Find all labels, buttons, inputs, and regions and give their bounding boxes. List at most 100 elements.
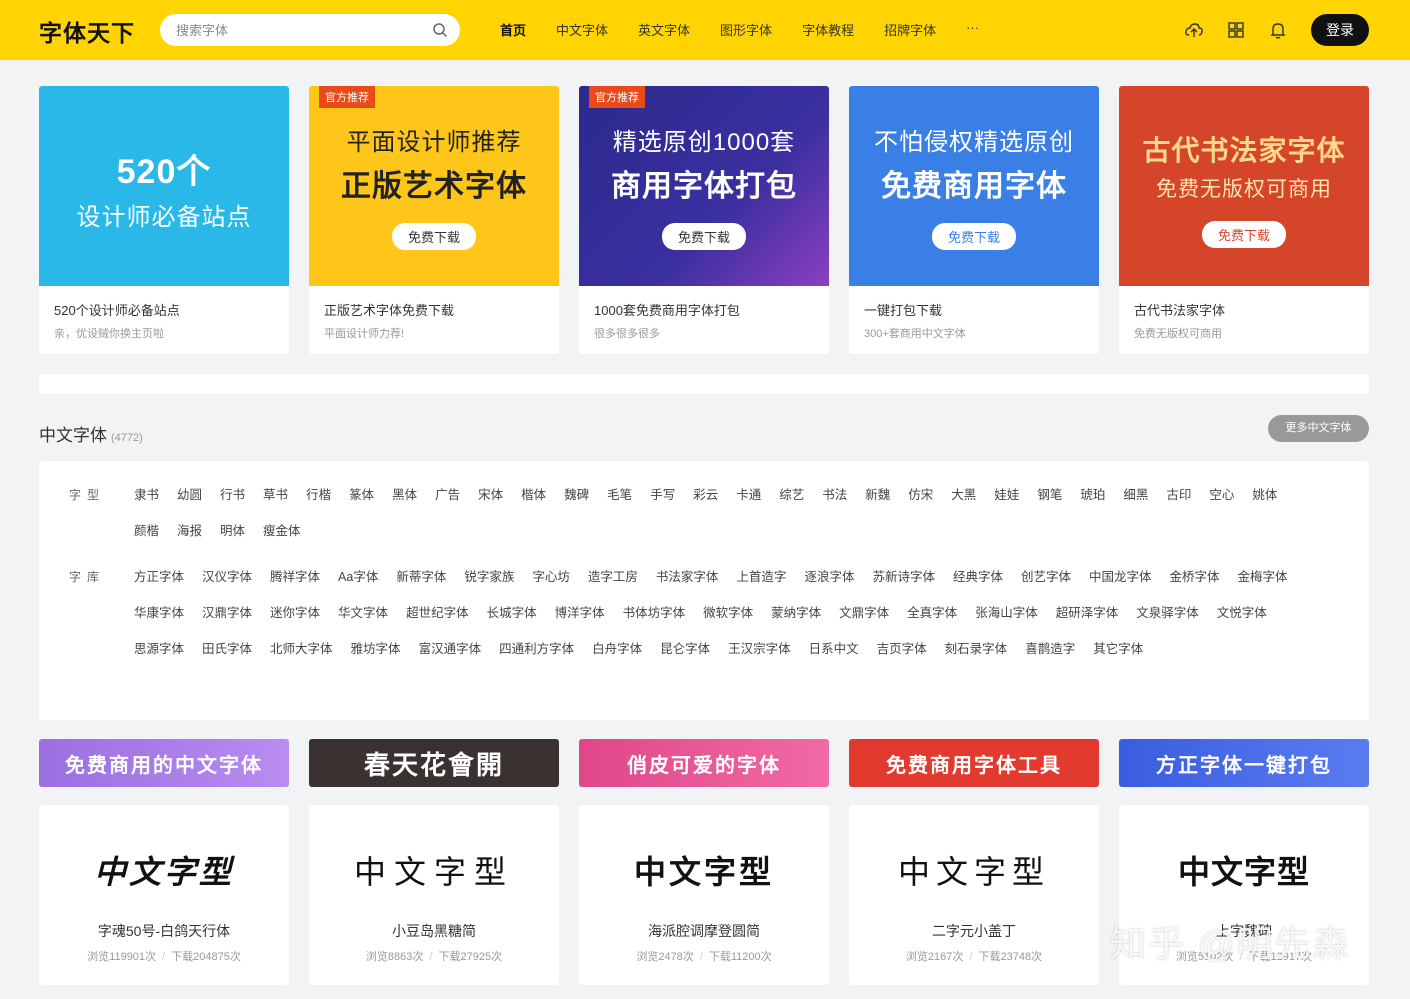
font-name[interactable]: 小豆岛黑糖简 xyxy=(309,921,559,941)
type-filter-link[interactable]: 空心 xyxy=(1209,477,1234,513)
library-filter-link[interactable]: 华康字体 xyxy=(134,595,184,631)
library-filter-link[interactable]: 北师大字体 xyxy=(270,631,333,667)
category-banner[interactable]: 俏皮可爱的字体 xyxy=(579,739,829,787)
library-filter-link[interactable]: 张海山字体 xyxy=(975,595,1038,631)
library-filter-link[interactable]: 喜鹊造字 xyxy=(1025,631,1075,667)
library-filter-link[interactable]: 文悦字体 xyxy=(1217,595,1267,631)
library-filter-link[interactable]: 白舟字体 xyxy=(592,631,642,667)
banner-image[interactable]: 平面设计师推荐 正版艺术字体 免费下载 xyxy=(309,86,559,286)
bell-icon[interactable] xyxy=(1268,20,1288,40)
free-download-pill[interactable]: 免费下载 xyxy=(661,223,746,250)
search-input[interactable] xyxy=(176,20,426,40)
library-filter-link[interactable]: 超研泽字体 xyxy=(1056,595,1119,631)
library-filter-link[interactable]: 中国龙字体 xyxy=(1089,559,1152,595)
category-banner[interactable]: 免费商用字体工具 xyxy=(849,739,1099,787)
type-filter-link[interactable]: 行书 xyxy=(220,477,245,513)
nav-home[interactable]: 首页 xyxy=(500,20,526,39)
banner-image[interactable]: 不怕侵权精选原创 免费商用字体 免费下载 xyxy=(849,86,1099,286)
free-download-pill[interactable]: 免费下载 xyxy=(391,223,476,250)
font-card[interactable]: 中文字型 字魂50号-白鸽天行体 浏览119901次 / 下载204875次 xyxy=(39,805,289,985)
banner-title[interactable]: 正版艺术字体免费下载 xyxy=(324,300,454,319)
library-filter-link[interactable]: 迷你字体 xyxy=(270,595,320,631)
library-filter-link[interactable]: 腾祥字体 xyxy=(270,559,320,595)
type-filter-link[interactable]: 毛笔 xyxy=(607,477,632,513)
banner-image[interactable]: 精选原创1000套 商用字体打包 免费下载 xyxy=(579,86,829,286)
banner-card[interactable]: 古代书法家字体 免费无版权可商用 免费下载 古代书法家字体 免费无版权可商用 xyxy=(1119,86,1369,354)
banner-card[interactable]: 精选原创1000套 商用字体打包 免费下载 官方推荐 1000套免费商用字体打包… xyxy=(579,86,829,354)
library-filter-link[interactable]: 吉页字体 xyxy=(877,631,927,667)
library-filter-link[interactable]: 思源字体 xyxy=(134,631,184,667)
type-filter-link[interactable]: 草书 xyxy=(263,477,288,513)
banner-card[interactable]: 不怕侵权精选原创 免费商用字体 免费下载 一键打包下载 300+套商用中文字体 xyxy=(849,86,1099,354)
type-filter-link[interactable]: 卡通 xyxy=(736,477,761,513)
font-sample[interactable]: 中文字型 xyxy=(849,847,1099,893)
library-filter-link[interactable]: 金桥字体 xyxy=(1170,559,1220,595)
font-sample[interactable]: 中文字型 xyxy=(39,847,289,893)
font-card[interactable]: 中文字型 小豆岛黑糖简 浏览8863次 / 下载27925次 xyxy=(309,805,559,985)
site-logo[interactable]: 字体天下 xyxy=(39,14,135,48)
free-download-pill[interactable]: 免费下载 xyxy=(1201,220,1286,248)
banner-card[interactable]: 520个 设计师必备站点 520个设计师必备站点 亲，优设贼你换主页啦 xyxy=(39,86,289,354)
type-filter-link[interactable]: 琥珀 xyxy=(1080,477,1105,513)
free-download-pill[interactable]: 免费下载 xyxy=(931,223,1016,250)
library-filter-link[interactable]: 逐浪字体 xyxy=(804,559,854,595)
banner-card[interactable]: 平面设计师推荐 正版艺术字体 免费下载 官方推荐 正版艺术字体免费下载 平面设计… xyxy=(309,86,559,354)
library-filter-link[interactable]: 新蒂字体 xyxy=(396,559,446,595)
library-filter-link[interactable]: 金梅字体 xyxy=(1238,559,1288,595)
banner-title[interactable]: 古代书法家字体 xyxy=(1134,300,1225,319)
type-filter-link[interactable]: 海报 xyxy=(177,513,202,549)
type-filter-link[interactable]: 楷体 xyxy=(521,477,546,513)
type-filter-link[interactable]: 仿宋 xyxy=(908,477,933,513)
font-card[interactable]: 中文字型 二字元小盖丁 浏览2167次 / 下载23748次 xyxy=(849,805,1099,985)
library-filter-link[interactable]: 博洋字体 xyxy=(555,595,605,631)
library-filter-link[interactable]: 刻石录字体 xyxy=(945,631,1008,667)
category-banner[interactable]: 免费商用的中文字体 xyxy=(39,739,289,787)
type-filter-link[interactable]: 古印 xyxy=(1166,477,1191,513)
library-filter-link[interactable]: 字心坊 xyxy=(532,559,570,595)
library-filter-link[interactable]: 雅坊字体 xyxy=(351,631,401,667)
grid-icon[interactable] xyxy=(1226,20,1246,40)
type-filter-link[interactable]: 行楷 xyxy=(306,477,331,513)
more-chinese-fonts-button[interactable]: 更多中文字体 xyxy=(1268,415,1369,442)
type-filter-link[interactable]: 篆体 xyxy=(349,477,374,513)
library-filter-link[interactable]: 创艺字体 xyxy=(1021,559,1071,595)
font-name[interactable]: 字魂50号-白鸽天行体 xyxy=(39,921,289,941)
font-name[interactable]: 海派腔调摩登圆简 xyxy=(579,921,829,941)
type-filter-link[interactable]: 姚体 xyxy=(1252,477,1277,513)
nav-english-fonts[interactable]: 英文字体 xyxy=(638,20,690,39)
library-filter-link[interactable]: 文泉驿字体 xyxy=(1136,595,1199,631)
type-filter-link[interactable]: 钢笔 xyxy=(1037,477,1062,513)
type-filter-link[interactable]: 广告 xyxy=(435,477,460,513)
nav-chinese-fonts[interactable]: 中文字体 xyxy=(556,20,608,39)
banner-image[interactable]: 古代书法家字体 免费无版权可商用 免费下载 xyxy=(1119,86,1369,286)
library-filter-link[interactable]: 书法家字体 xyxy=(656,559,719,595)
library-filter-link[interactable]: 全真字体 xyxy=(907,595,957,631)
library-filter-link[interactable]: Aa字体 xyxy=(338,559,378,595)
library-filter-link[interactable]: 上首造字 xyxy=(736,559,786,595)
library-filter-link[interactable]: 汉仪字体 xyxy=(202,559,252,595)
type-filter-link[interactable]: 隶书 xyxy=(134,477,159,513)
library-filter-link[interactable]: 其它字体 xyxy=(1093,631,1143,667)
library-filter-link[interactable]: 华文字体 xyxy=(338,595,388,631)
nav-signboard-fonts[interactable]: 招牌字体 xyxy=(884,20,936,39)
type-filter-link[interactable]: 综艺 xyxy=(779,477,804,513)
type-filter-link[interactable]: 娃娃 xyxy=(994,477,1019,513)
font-sample[interactable]: 中文字型 xyxy=(579,847,829,893)
font-sample[interactable]: 中文字型 xyxy=(1119,847,1369,893)
library-filter-link[interactable]: 方正字体 xyxy=(134,559,184,595)
type-filter-link[interactable]: 颜楷 xyxy=(134,513,159,549)
library-filter-link[interactable]: 文鼎字体 xyxy=(839,595,889,631)
upload-icon[interactable] xyxy=(1184,20,1204,40)
library-filter-link[interactable]: 蒙纳字体 xyxy=(771,595,821,631)
search-icon[interactable] xyxy=(432,22,448,38)
library-filter-link[interactable]: 日系中文 xyxy=(809,631,859,667)
library-filter-link[interactable]: 长城字体 xyxy=(487,595,537,631)
type-filter-link[interactable]: 魏碑 xyxy=(564,477,589,513)
font-name[interactable]: 二字元小盖丁 xyxy=(849,921,1099,941)
library-filter-link[interactable]: 汉鼎字体 xyxy=(202,595,252,631)
library-filter-link[interactable]: 锐字家族 xyxy=(464,559,514,595)
type-filter-link[interactable]: 细黑 xyxy=(1123,477,1148,513)
library-filter-link[interactable]: 书体坊字体 xyxy=(623,595,686,631)
font-sample[interactable]: 中文字型 xyxy=(309,847,559,893)
nav-graphic-fonts[interactable]: 图形字体 xyxy=(720,20,772,39)
